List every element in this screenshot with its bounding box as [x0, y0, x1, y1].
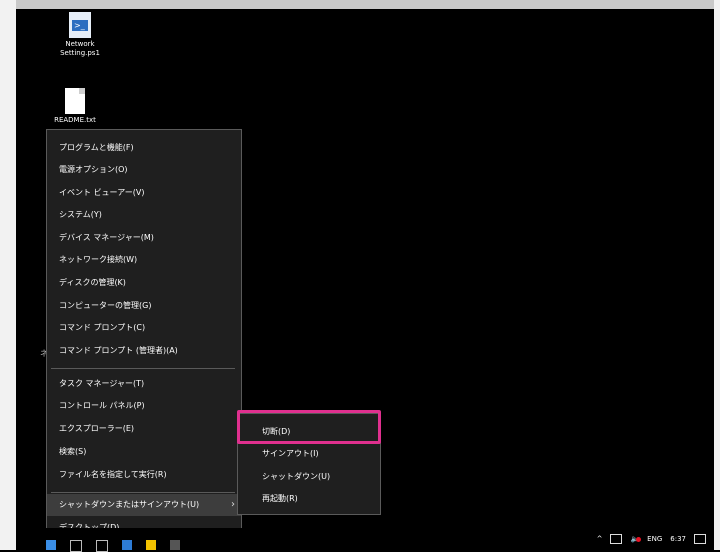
menu-separator — [51, 368, 235, 369]
menu-item-programs-features[interactable]: プログラムと機能(F) — [47, 137, 241, 159]
menu-item-disk-management[interactable]: ディスクの管理(K) — [47, 272, 241, 294]
menu-item-network-connections[interactable]: ネットワーク接続(W) — [47, 249, 241, 271]
menu-item-search[interactable]: 検索(S) — [47, 441, 241, 463]
menu-item-event-viewer[interactable]: イベント ビューアー(V) — [47, 182, 241, 204]
language-indicator[interactable]: ENG — [647, 535, 662, 543]
menu-item-device-manager[interactable]: デバイス マネージャー(M) — [47, 227, 241, 249]
menu-item-label: シャットダウンまたはサインアウト(U) — [59, 500, 200, 509]
menu-separator — [51, 492, 235, 493]
system-tray: ^ 🔈 ENG 6:37 — [597, 528, 706, 550]
desktop-icon-label: README.txt — [54, 116, 96, 124]
desktop-icon-label: Setting.ps1 — [60, 49, 100, 57]
text-file-icon — [65, 88, 85, 114]
desktop-icon-network-setting[interactable]: >_ Network Setting.ps1 — [45, 12, 115, 58]
start-icon[interactable] — [46, 540, 56, 550]
taskbar-pinned-apps — [46, 540, 180, 552]
network-icon[interactable] — [610, 534, 623, 544]
menu-item-command-prompt[interactable]: コマンド プロンプト(C) — [47, 317, 241, 339]
menu-item-explorer[interactable]: エクスプローラー(E) — [47, 418, 241, 440]
menu-item-shutdown-signout[interactable]: シャットダウンまたはサインアウト(U) › — [47, 494, 241, 516]
menu-item-power-options[interactable]: 電源オプション(O) — [47, 159, 241, 181]
submenu-item-shutdown[interactable]: シャットダウン(U) — [238, 466, 380, 488]
file-explorer-icon[interactable] — [146, 540, 156, 550]
task-view-icon[interactable] — [96, 540, 108, 552]
window-frame-left — [0, 0, 16, 550]
notification-icon[interactable] — [694, 534, 706, 544]
menu-item-command-prompt-admin[interactable]: コマンド プロンプト (管理者)(A) — [47, 340, 241, 362]
menu-item-system[interactable]: システム(Y) — [47, 204, 241, 226]
desktop-icon-readme[interactable]: README.txt — [40, 88, 110, 125]
win-x-context-menu: プログラムと機能(F) 電源オプション(O) イベント ビューアー(V) システ… — [46, 129, 242, 541]
window-frame-top — [0, 0, 720, 9]
window-frame-right — [714, 0, 720, 550]
edge-icon[interactable] — [122, 540, 132, 550]
menu-item-control-panel[interactable]: コントロール パネル(P) — [47, 395, 241, 417]
submenu-item-restart[interactable]: 再起動(R) — [238, 488, 380, 510]
highlight-annotation-box — [237, 410, 381, 444]
powershell-script-icon: >_ — [69, 12, 91, 38]
search-icon[interactable] — [70, 540, 82, 552]
menu-item-task-manager[interactable]: タスク マネージャー(T) — [47, 373, 241, 395]
desktop-icon-label: Network — [65, 40, 95, 48]
submenu-item-sign-out[interactable]: サインアウト(I) — [238, 443, 380, 465]
volume-muted-icon[interactable]: 🔈 — [630, 535, 642, 543]
tray-overflow-icon[interactable]: ^ — [597, 535, 603, 543]
chevron-right-icon: › — [231, 499, 235, 510]
taskbar: ^ 🔈 ENG 6:37 — [16, 528, 714, 552]
server-manager-icon[interactable] — [170, 540, 180, 550]
menu-item-computer-management[interactable]: コンピューターの管理(G) — [47, 295, 241, 317]
menu-item-run[interactable]: ファイル名を指定して実行(R) — [47, 464, 241, 486]
clock[interactable]: 6:37 — [670, 535, 686, 543]
